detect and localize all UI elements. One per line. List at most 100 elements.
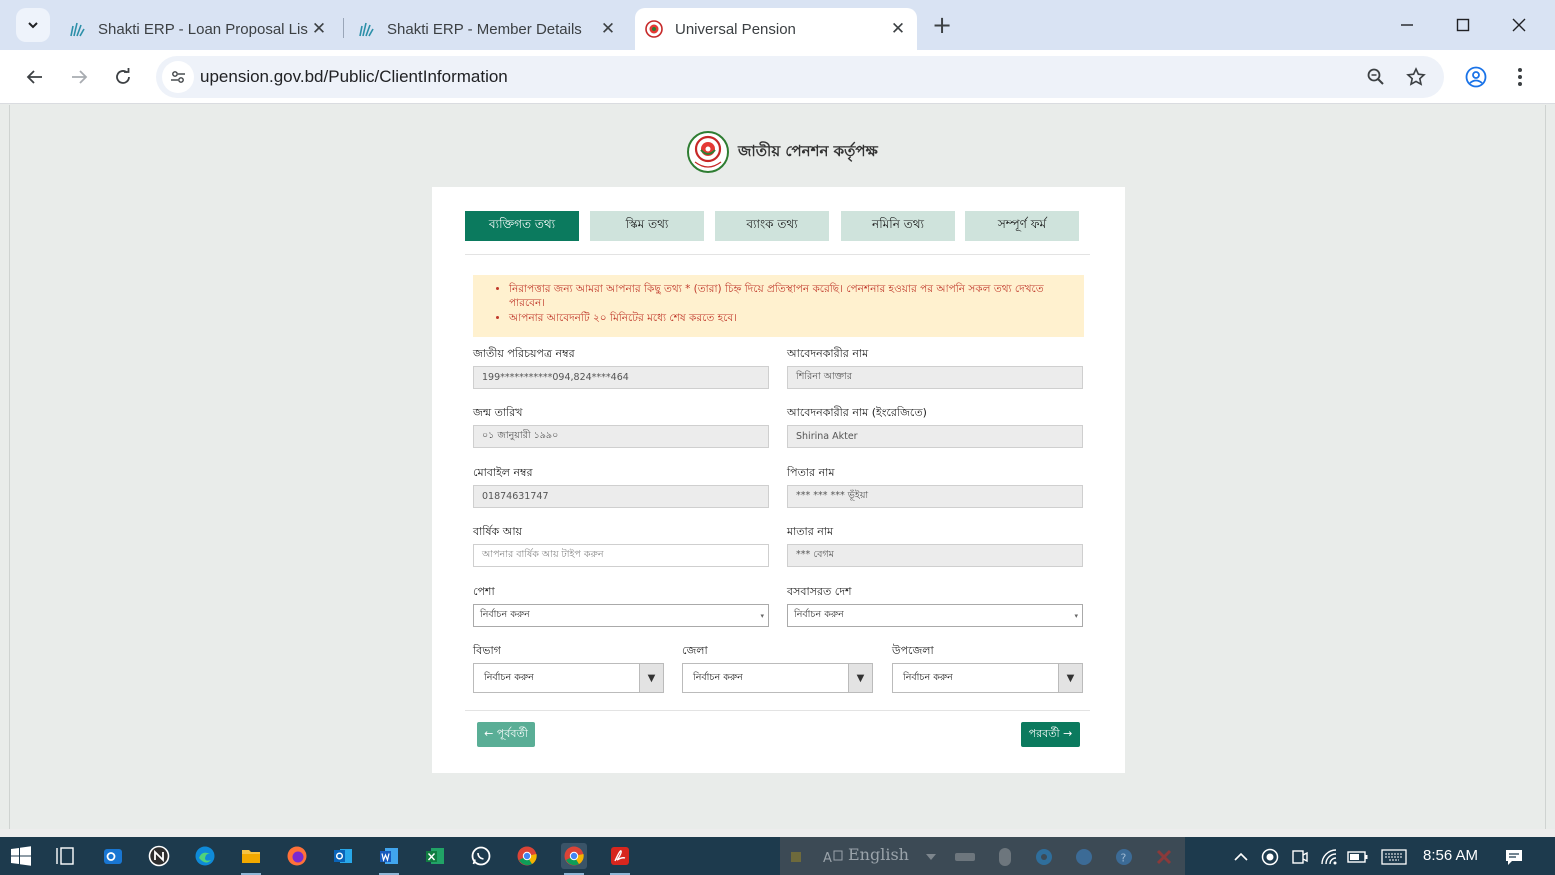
keyboard-layout-icon[interactable]: A: [822, 846, 844, 868]
mother-name-label: মাতার নাম: [787, 525, 834, 538]
next-button[interactable]: পরবর্তী →: [1021, 722, 1080, 747]
back-button[interactable]: [19, 61, 51, 93]
ime-settings-icon[interactable]: [1033, 846, 1055, 868]
tab-member-details[interactable]: Shakti ERP - Member Details ✕: [347, 8, 627, 50]
url-text[interactable]: upension.gov.bd/Public/ClientInformation: [200, 67, 508, 87]
division-label: বিভাগ: [473, 644, 501, 657]
mobile-field: 01874631747: [473, 485, 769, 508]
father-name-label: পিতার নাম: [787, 466, 835, 479]
dropdown-arrow-icon[interactable]: ▼: [1058, 664, 1082, 692]
profile-button[interactable]: [1462, 63, 1490, 91]
touch-keyboard-icon[interactable]: [1380, 846, 1408, 868]
country-label: বসবাসরত দেশ: [787, 585, 852, 598]
address-bar[interactable]: upension.gov.bd/Public/ClientInformation: [156, 56, 1444, 98]
bookmark-button[interactable]: [1404, 65, 1428, 89]
tab-search-button[interactable]: [16, 8, 50, 42]
step-personal-info[interactable]: ব্যক্তিগত তথ্য: [465, 211, 579, 241]
occupation-select[interactable]: নির্বাচন করুন ▾: [473, 604, 769, 627]
n-app-icon: [148, 845, 170, 867]
occupation-label: পেশা: [473, 585, 495, 598]
taskbar-whatsapp[interactable]: [468, 843, 494, 869]
tune-icon: [171, 71, 185, 83]
minimize-window-button[interactable]: [1392, 10, 1422, 40]
tab-universal-pension[interactable]: Universal Pension ✕: [635, 8, 917, 50]
applicant-name-field: শিরিনা আক্তার: [787, 366, 1083, 389]
close-window-button[interactable]: [1504, 10, 1534, 40]
show-hidden-icons-button[interactable]: [1230, 846, 1252, 868]
folder-icon: [242, 850, 260, 863]
forward-button[interactable]: [63, 61, 95, 93]
account-circle-icon: [1465, 66, 1487, 88]
dob-label: জন্ম তারিখ: [473, 406, 523, 419]
chrome-icon: [564, 846, 584, 866]
browser-menu-button[interactable]: [1506, 63, 1534, 91]
browser-tab-bar: Shakti ERP - Loan Proposal List ✕ Shakti…: [0, 0, 1555, 50]
chevron-down-icon: [28, 22, 38, 29]
taskbar-outlook-new[interactable]: [100, 843, 126, 869]
taskbar-file-explorer[interactable]: [238, 843, 264, 875]
close-tab-icon[interactable]: ✕: [597, 18, 619, 40]
taskbar-acrobat[interactable]: [607, 843, 633, 875]
taskbar-n-app[interactable]: [146, 843, 172, 869]
language-bar-handle-icon: [785, 846, 807, 868]
tab-separator: [343, 18, 344, 38]
start-button[interactable]: [8, 843, 34, 869]
taskbar-clock[interactable]: 8:56 AM: [1423, 847, 1478, 864]
annual-income-input[interactable]: আপনার বার্ষিক আয় টাইপ করুন: [473, 544, 769, 567]
edge-icon: [195, 846, 215, 866]
dropdown-arrow-icon[interactable]: ▼: [639, 664, 663, 692]
occupation-selected-value: নির্বাচন করুন: [480, 609, 530, 620]
taskbar-outlook[interactable]: [330, 843, 356, 869]
taskbar-word[interactable]: [376, 843, 402, 875]
taskbar-chrome[interactable]: [514, 843, 540, 869]
battery-icon[interactable]: [1347, 846, 1369, 868]
zoom-button[interactable]: [1364, 65, 1388, 89]
client-information-form: ব্যক্তিগত তথ্য স্কিম তথ্য ব্যাংক তথ্য নম…: [432, 187, 1125, 773]
site-info-button[interactable]: [162, 61, 194, 93]
language-dropdown-icon[interactable]: [920, 846, 942, 868]
upazila-select[interactable]: নির্বাচন করুন ▼: [892, 663, 1083, 693]
meet-now-icon[interactable]: [1289, 846, 1311, 868]
close-tab-icon[interactable]: ✕: [887, 18, 909, 40]
step-bank-info[interactable]: ব্যাংক তথ্য: [715, 211, 829, 241]
arrow-right-icon: [72, 70, 88, 84]
country-select[interactable]: নির্বাচন করুন ▾: [787, 604, 1083, 627]
notice-item: আপনার আবেদনটি ২০ মিনিটের মধ্যে শেষ করতে …: [509, 311, 1072, 325]
input-language[interactable]: English: [848, 845, 909, 864]
district-select[interactable]: নির্বাচন করুন ▼: [682, 663, 873, 693]
reload-button[interactable]: [107, 61, 139, 93]
brand-name: জাতীয় পেনশন কর্তৃপক্ষ: [738, 141, 878, 160]
division-selected-value: নির্বাচন করুন: [484, 671, 534, 683]
taskbar-edge[interactable]: [192, 843, 218, 869]
dropdown-arrow-icon[interactable]: ▼: [848, 664, 872, 692]
division-select[interactable]: নির্বাচন করুন ▼: [473, 663, 664, 693]
tab-loan-proposal-list[interactable]: Shakti ERP - Loan Proposal List ✕: [58, 8, 338, 50]
more-vertical-icon: [1518, 68, 1522, 86]
step-complete-form[interactable]: সম্পূর্ণ ফর্ম: [965, 211, 1079, 241]
country-selected-value: নির্বাচন করুন: [794, 609, 844, 620]
svg-text:A: A: [823, 851, 832, 866]
close-tab-icon[interactable]: ✕: [308, 18, 330, 40]
previous-button[interactable]: ← পূর্ববর্তী: [477, 722, 535, 747]
maximize-icon: [1456, 18, 1470, 32]
taskbar-chrome-active[interactable]: [561, 843, 587, 875]
ime-globe-icon[interactable]: [1073, 846, 1095, 868]
form-divider: [465, 710, 1090, 711]
excel-icon: [426, 848, 444, 864]
ime-mouse-icon[interactable]: [994, 846, 1016, 868]
taskbar-firefox[interactable]: [284, 843, 310, 869]
taskbar-excel[interactable]: [422, 843, 448, 869]
record-icon[interactable]: [1259, 846, 1281, 868]
outlook-icon: [104, 849, 122, 864]
ime-tool-icon[interactable]: [954, 846, 976, 868]
step-scheme-info[interactable]: স্কিম তথ্য: [590, 211, 704, 241]
step-nominee-info[interactable]: নমিনি তথ্য: [841, 211, 955, 241]
maximize-window-button[interactable]: [1448, 10, 1478, 40]
new-tab-button[interactable]: +: [929, 11, 955, 39]
wifi-icon[interactable]: [1319, 846, 1341, 868]
notification-center-button[interactable]: [1503, 846, 1525, 868]
ime-close-icon[interactable]: [1153, 846, 1175, 868]
task-view-button[interactable]: [52, 843, 78, 869]
ime-help-icon[interactable]: ?: [1113, 846, 1135, 868]
applicant-name-en-label: আবেদনকারীর নাম (ইংরেজিতে): [787, 406, 927, 419]
